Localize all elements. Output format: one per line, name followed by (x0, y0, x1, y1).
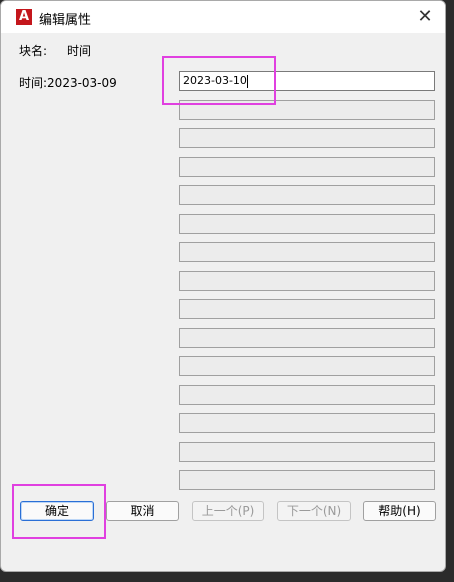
empty-attribute-field (179, 413, 435, 433)
autocad-app-icon: A (16, 9, 32, 25)
block-name-label: 块名: (19, 44, 48, 58)
help-button[interactable]: 帮助(H) (363, 501, 436, 521)
empty-attribute-field (179, 328, 435, 348)
highlight-box-input (162, 56, 276, 105)
attribute-default-value: 2023-03-09 (47, 76, 117, 90)
dialog-title: 编辑属性 (39, 13, 92, 28)
empty-attribute-field (179, 185, 435, 205)
cancel-button[interactable]: 取消 (106, 501, 179, 521)
empty-attribute-field (179, 385, 435, 405)
block-name-value: 时间 (67, 44, 92, 58)
empty-attribute-field (179, 299, 435, 319)
attribute-prompt-label: 时间:2023-03-09 (19, 74, 117, 91)
empty-attribute-field (179, 271, 435, 291)
previous-button[interactable]: 上一个(P) (192, 501, 264, 521)
title-bar: A 编辑属性 ✕ (1, 1, 445, 33)
empty-attribute-field (179, 356, 435, 376)
empty-attribute-field (179, 442, 435, 462)
attribute-label: 时间: (19, 76, 48, 90)
empty-attribute-field (179, 214, 435, 234)
edit-attributes-dialog: A 编辑属性 ✕ 块名: 时间 时间:2023-03-09 2023-03-10… (0, 0, 446, 572)
empty-attribute-field (179, 157, 435, 177)
highlight-box-ok (12, 484, 106, 539)
empty-attribute-field (179, 128, 435, 148)
close-button[interactable]: ✕ (413, 5, 437, 29)
empty-attribute-field (179, 470, 435, 490)
next-button[interactable]: 下一个(N) (277, 501, 351, 521)
empty-attribute-field (179, 242, 435, 262)
